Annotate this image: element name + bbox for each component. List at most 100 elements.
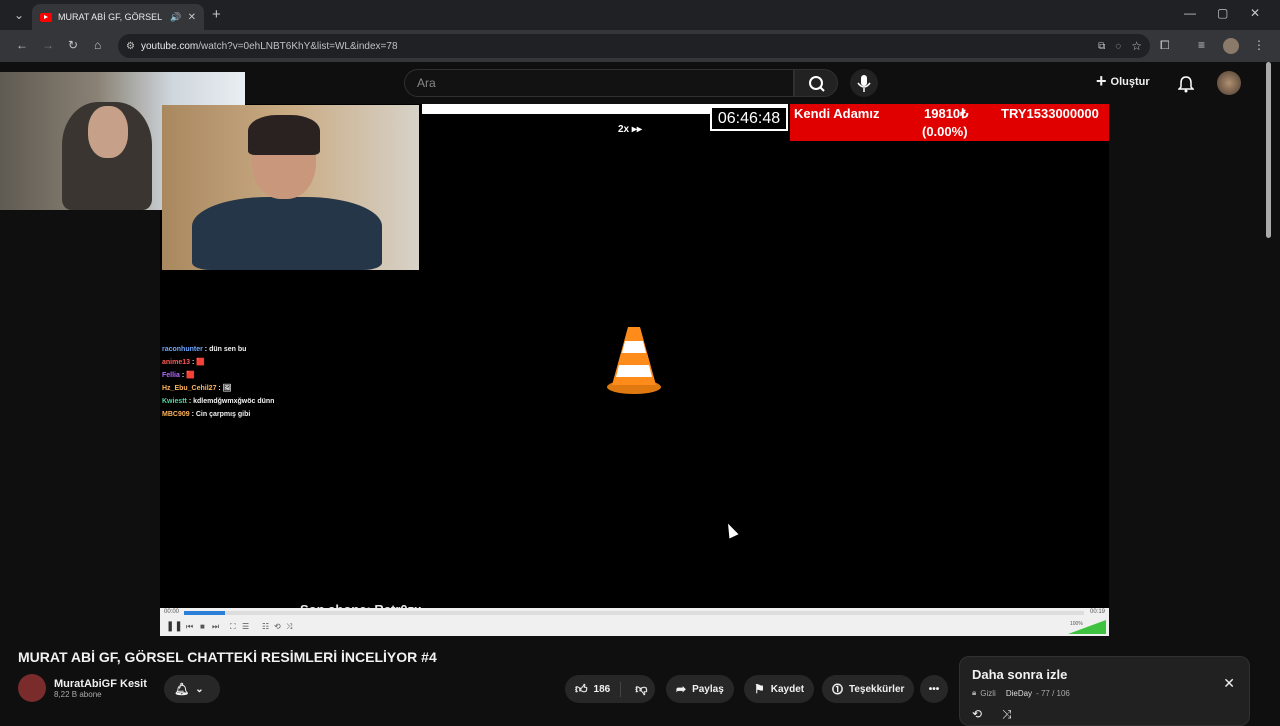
page-scrollbar[interactable] — [1266, 62, 1271, 238]
webcam-right — [162, 105, 419, 270]
tab-search-icon[interactable]: ⌄ — [14, 8, 24, 22]
create-button[interactable]: + Oluştur — [1096, 71, 1150, 92]
chat-user: anime13 — [162, 359, 191, 366]
search-button[interactable] — [794, 69, 838, 97]
cast-icon[interactable]: ⧉ — [1098, 41, 1105, 52]
search-icon — [809, 76, 825, 92]
more-icon: ••• — [928, 683, 940, 695]
minimize-icon[interactable]: — — [1184, 6, 1196, 20]
share-button[interactable]: ➦ Paylaş — [666, 675, 734, 703]
chevron-down-icon: ⌄ — [195, 683, 204, 695]
stream-timer: 06:46:48 — [710, 106, 788, 131]
vlc-loop-icon[interactable]: ⟲ — [274, 622, 281, 631]
bookmark-icon: ⚑ — [754, 682, 765, 696]
close-tab-icon[interactable]: ✕ — [188, 12, 196, 23]
tab-title: MURAT ABİ GF, GÖRSEL CH — [58, 12, 164, 22]
more-actions-button[interactable]: ••• — [920, 675, 948, 703]
thanks-icon: ⓵ — [832, 684, 843, 696]
chat-message: anime13 : 🟥 — [162, 356, 274, 369]
vlc-control-bar: 00:00 00:19 ❚❚ ⏮ ■ ⏭ ⛶ ☰ ☷ ⟲ ⤨ 100% — [160, 608, 1109, 636]
reload-icon[interactable]: ↻ — [68, 38, 78, 52]
vlc-time-end: 00:19 — [1089, 609, 1105, 615]
vlc-seek-bar[interactable] — [184, 611, 1084, 615]
close-playlist-icon[interactable]: ✕ — [1223, 675, 1235, 692]
chat-message: Kwiestt : kdlemdğwmxğwöc dünn — [162, 395, 274, 408]
address-bar[interactable]: ⚙ youtube.com /watch?v=0ehLNBT6KhY&list=… — [118, 34, 1150, 58]
loop-playlist-icon[interactable]: ⟲ — [972, 707, 982, 721]
create-label: Oluştur — [1110, 75, 1150, 88]
banner-target: TRY1533000000 — [1001, 106, 1099, 121]
new-tab-icon[interactable]: + — [212, 6, 221, 23]
share-label: Paylaş — [692, 683, 724, 695]
chat-text: : 🖼 — [218, 385, 232, 392]
chat-user: MBC909 — [162, 411, 190, 418]
search-placeholder: Ara — [417, 76, 436, 90]
maximize-icon[interactable]: ▢ — [1217, 6, 1228, 20]
youtube-favicon-icon — [40, 12, 52, 22]
chat-text: : dün sen bu — [204, 346, 247, 353]
vlc-prev-icon[interactable]: ⏮ — [186, 622, 193, 632]
subscriber-count: 8,22 B abone — [54, 689, 102, 699]
video-title: MURAT ABİ GF, GÖRSEL CHATTEKİ RESİMLERİ … — [18, 649, 437, 665]
vlc-time-start: 00:00 — [164, 609, 180, 615]
save-label: Kaydet — [770, 683, 805, 695]
back-icon[interactable]: ← — [16, 38, 28, 52]
profile-avatar[interactable] — [1223, 38, 1239, 54]
playlist-owner[interactable]: DieDay — [1006, 689, 1032, 698]
chat-user: raconhunter — [162, 346, 203, 353]
vlc-stop-icon[interactable]: ■ — [200, 622, 205, 631]
vlc-pause-icon[interactable]: ❚❚ — [166, 621, 183, 632]
vlc-shuffle-icon[interactable]: ⤨ — [286, 622, 292, 632]
browser-tab[interactable]: MURAT ABİ GF, GÖRSEL CH 🔊 ✕ — [32, 4, 204, 30]
thanks-button[interactable]: ⓵ Teşekkürler — [822, 675, 915, 703]
playback-speed-indicator: 2x ▸▸ — [618, 124, 642, 135]
chat-user: Fellia — [162, 372, 180, 379]
subscribe-bell-button[interactable]: 🔔︎ ⌄ — [164, 675, 220, 703]
playlist-title[interactable]: Daha sonra izle — [972, 667, 1237, 682]
chat-message: Fellia : 🟥 — [162, 369, 274, 382]
extensions-icon[interactable]: ⧠ — [1160, 38, 1170, 53]
fast-forward-icon: ▸▸ — [631, 124, 642, 135]
url-path: /watch?v=0ehLNBT6KhY&list=WL&index=78 — [198, 40, 398, 52]
banner-amount: 19810₺ — [924, 106, 969, 121]
channel-avatar[interactable] — [18, 674, 46, 702]
chrome-menu-icon[interactable]: ⋮ — [1253, 38, 1265, 52]
chat-text: : 🟥 — [191, 359, 205, 366]
like-button[interactable]: 👍︎ 186 — [565, 681, 622, 697]
chat-text: : Cin çarpmış gibi — [191, 411, 251, 418]
vlc-next-icon[interactable]: ⏭ — [212, 622, 219, 632]
chat-text: : kdlemdğwmxğwöc dünn — [188, 398, 275, 405]
browser-tab-strip: ⌄ MURAT ABİ GF, GÖRSEL CH 🔊 ✕ + — ▢ ✕ — [0, 0, 1280, 30]
site-info-icon[interactable]: ⚙ — [126, 41, 135, 52]
speed-label: 2x — [618, 124, 630, 135]
chat-message: Hz_Ebu_Cehil27 : 🖼 — [162, 382, 274, 395]
save-button[interactable]: ⚑ Kaydet — [744, 675, 815, 703]
notifications-bell-icon[interactable] — [1178, 75, 1194, 93]
voice-search-button[interactable] — [850, 69, 878, 97]
thanks-label: Teşekkürler — [849, 683, 905, 695]
bell-icon: 🔔︎ — [174, 682, 190, 696]
banner-name: Kendi Adamız — [794, 106, 880, 121]
account-avatar[interactable] — [1217, 71, 1241, 95]
eye-off-icon[interactable]: ◌ — [1115, 41, 1121, 52]
chat-user: Kwiestt — [162, 398, 187, 405]
close-window-icon[interactable]: ✕ — [1250, 6, 1260, 20]
vlc-volume-slider[interactable] — [1068, 620, 1106, 634]
vlc-settings-icon[interactable]: ☰ — [242, 622, 249, 631]
dislike-button[interactable]: 👎︎ — [627, 682, 655, 697]
chat-user: Hz_Ebu_Cehil27 — [162, 385, 217, 392]
search-input[interactable]: Ara — [404, 69, 794, 97]
vlc-playlist-icon[interactable]: ☷ — [262, 622, 269, 631]
browser-toolbar: ← → ↻ ⌂ ⚙ youtube.com /watch?v=0ehLNBT6K… — [0, 30, 1280, 62]
like-dislike-group: 👍︎ 186 👎︎ — [565, 675, 655, 703]
audio-playing-icon[interactable]: 🔊 — [170, 12, 181, 23]
media-controls-icon[interactable]: ≡ — [1198, 38, 1205, 52]
chat-overlay: raconhunter : dün sen bu anime13 : 🟥 Fel… — [162, 343, 274, 421]
mic-icon — [857, 75, 871, 92]
channel-name[interactable]: MuratAbiGF Kesit — [54, 678, 147, 690]
banner-percent: (0.00%) — [922, 124, 968, 139]
forward-icon[interactable]: → — [42, 38, 54, 52]
home-icon[interactable]: ⌂ — [94, 38, 101, 52]
vlc-fullscreen-icon[interactable]: ⛶ — [230, 622, 236, 632]
bookmark-star-icon[interactable]: ☆ — [1131, 39, 1142, 53]
